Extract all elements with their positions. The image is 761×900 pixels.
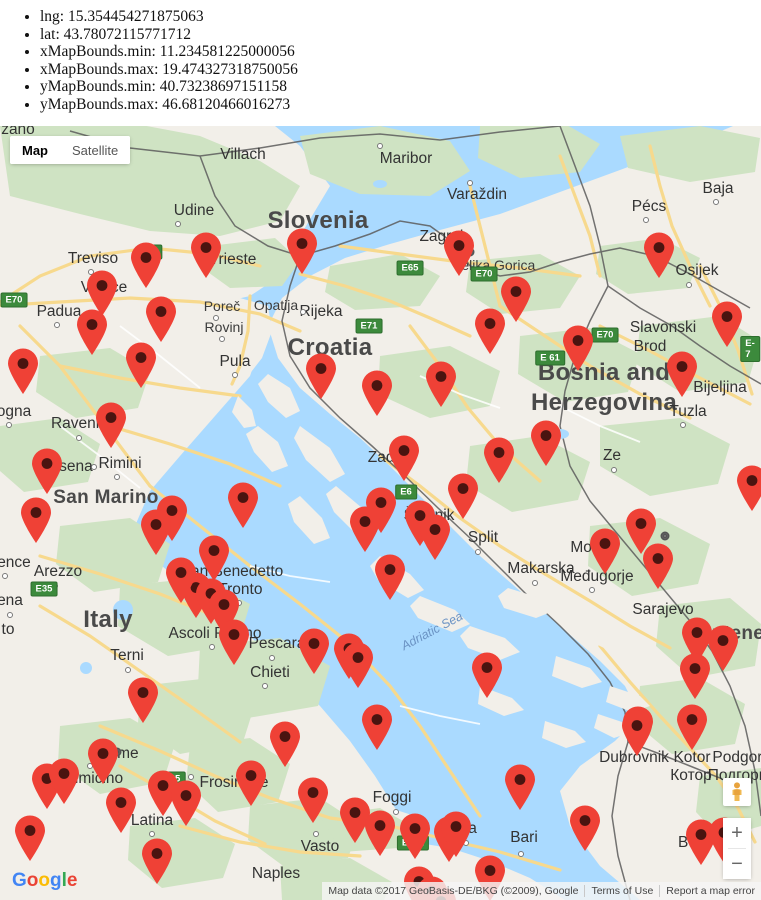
map-marker-pin[interactable] [285,228,319,274]
map-marker-pin[interactable] [94,402,128,448]
map-type-map-button[interactable]: Map [10,136,60,164]
map-marker-pin[interactable] [503,764,537,810]
debug-item-lng: lng: 15.354454271875063 [40,8,761,26]
map-marker-pin[interactable] [341,642,375,688]
map-marker-pin[interactable] [588,528,622,574]
map-marker-pin[interactable] [268,721,302,767]
map-marker-pin[interactable] [360,370,394,416]
debug-item-ymapbounds-min: yMapBounds.min: 40.73238697151158 [40,78,761,96]
map-marker-pin[interactable] [424,361,458,407]
map-type-control[interactable]: Map Satellite [10,136,131,164]
map-marker-pin[interactable] [360,704,394,750]
map-marker-pin[interactable] [75,309,109,355]
pegman-icon [732,782,742,801]
map-marker-pin[interactable] [19,497,53,543]
map-marker-pin[interactable] [568,805,602,851]
map-marker-pin[interactable] [470,652,504,698]
map-marker-pin[interactable] [139,509,173,555]
map-marker-pin[interactable] [189,232,223,278]
map-bounds-debug-list: lng: 15.354454271875063 lat: 43.78072115… [0,0,761,126]
map-marker-pin[interactable] [126,677,160,723]
debug-item-ymapbounds-max: yMapBounds.max: 46.68120466016273 [40,96,761,114]
map-data-attribution: Map data ©2017 GeoBasis-DE/BKG (©2009), … [328,885,579,897]
map-marker-pin[interactable] [140,838,174,884]
debug-item-lat: lat: 43.78072115771712 [40,26,761,44]
google-logo: Google [12,869,78,896]
map-type-satellite-button[interactable]: Satellite [60,136,131,164]
zoom-in-button[interactable]: + [723,818,751,848]
map-marker-pin[interactable] [373,554,407,600]
map-marker-pin[interactable] [86,738,120,784]
map-marker-pin[interactable] [304,353,338,399]
page-root: lng: 15.354454271875063 lat: 43.78072115… [0,0,761,900]
map-marker-pin[interactable] [446,473,480,519]
map-marker-pin[interactable] [296,777,330,823]
zoom-out-button[interactable]: − [723,849,751,879]
debug-item-xmapbounds-max: xMapBounds.max: 19.474327318750056 [40,61,761,79]
map-marker-pin[interactable] [104,787,138,833]
map-marker-pin[interactable] [620,710,654,756]
map-marker-pin[interactable] [641,543,675,589]
map-marker-pin[interactable] [678,653,712,699]
map-marker-pin[interactable] [398,813,432,859]
map-marker-pin[interactable] [129,242,163,288]
map-marker-pin[interactable] [482,437,516,483]
map-marker-pin[interactable] [124,342,158,388]
map-marker-pin[interactable] [47,758,81,804]
map-marker-pin[interactable] [169,780,203,826]
map-marker-pin[interactable] [363,810,397,856]
map-marker-pin[interactable] [348,506,382,552]
google-logo-icon: Google [12,870,77,891]
map-marker-pin[interactable] [234,760,268,806]
map-marker-pin[interactable] [13,815,47,861]
map-marker-pin[interactable] [442,230,476,276]
map-marker-layer[interactable] [0,126,761,900]
map-marker-pin[interactable] [6,348,40,394]
map-marker-pin[interactable] [144,296,178,342]
map-marker-pin[interactable] [642,232,676,278]
google-map[interactable]: Slovenia Croatia Italy Bosnia and Herzegovin… [0,126,761,900]
terms-of-use-link[interactable]: Terms of Use [585,882,659,900]
map-marker-pin[interactable] [387,435,421,481]
map-marker-pin[interactable] [439,811,473,857]
map-marker-pin[interactable] [529,420,563,466]
map-marker-pin[interactable] [226,482,260,528]
map-marker-pin[interactable] [217,619,251,665]
debug-item-xmapbounds-min: xMapBounds.min: 11.234581225000056 [40,43,761,61]
map-marker-pin[interactable] [473,308,507,354]
map-marker-pin[interactable] [297,628,331,674]
map-marker-pin[interactable] [164,557,198,603]
zoom-control[interactable]: + − [723,818,751,879]
map-marker-pin[interactable] [30,448,64,494]
street-view-pegman-control[interactable] [723,778,751,806]
map-marker-pin[interactable] [665,351,699,397]
map-marker-pin[interactable] [675,704,709,750]
report-map-error-link[interactable]: Report a map error [660,882,761,900]
map-marker-pin[interactable] [735,465,761,511]
svg-text:Google: Google [12,870,77,891]
map-marker-pin[interactable] [561,325,595,371]
map-attribution-bar: Map data ©2017 GeoBasis-DE/BKG (©2009), … [322,882,761,900]
map-marker-pin[interactable] [418,514,452,560]
map-marker-pin[interactable] [710,301,744,347]
